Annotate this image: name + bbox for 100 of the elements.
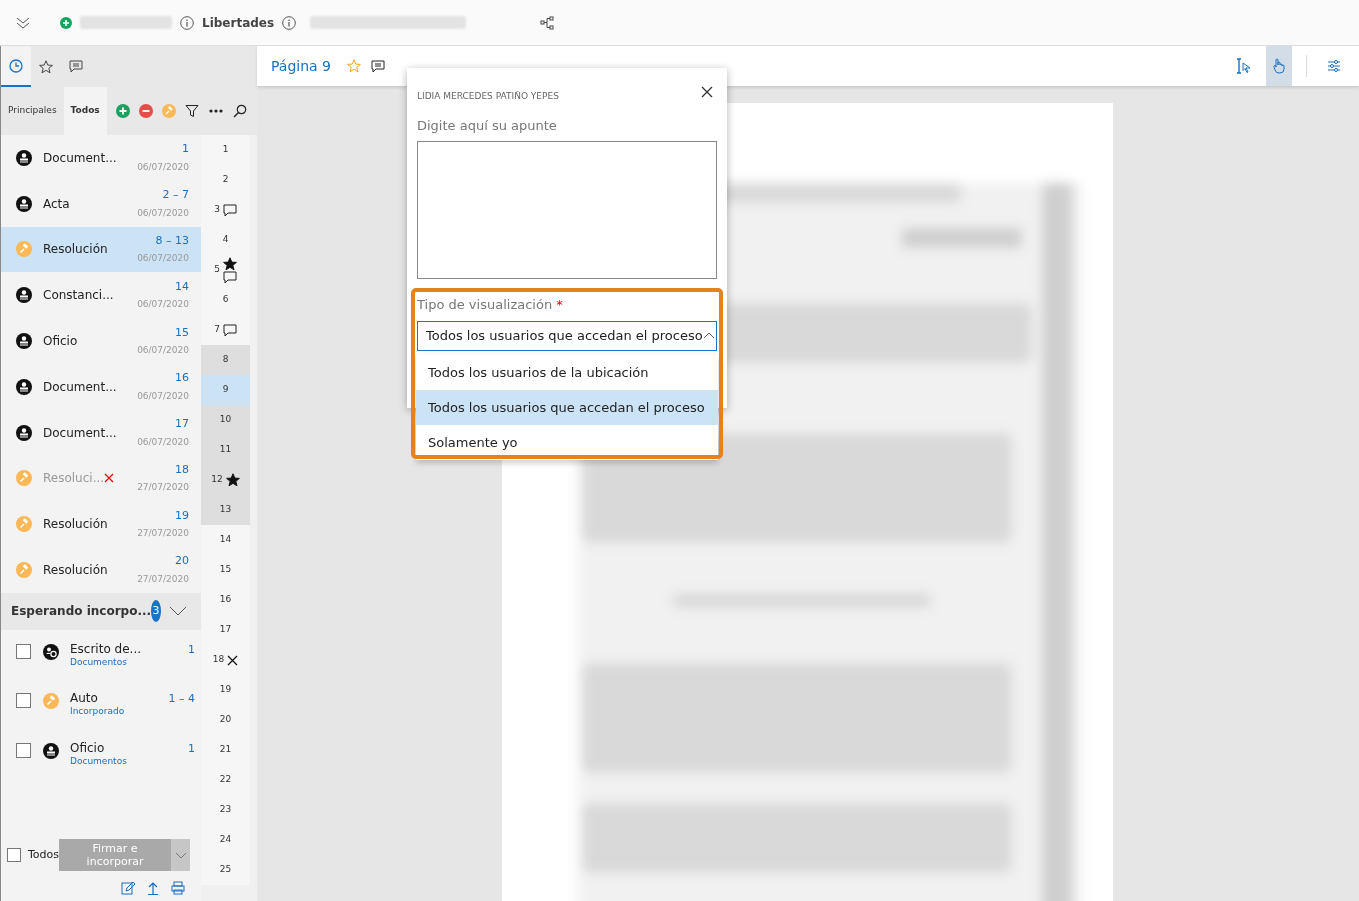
- checkbox[interactable]: [16, 743, 31, 759]
- document-row[interactable]: Resolución 19 27/07/2020: [1, 501, 201, 548]
- page-row[interactable]: 2: [201, 165, 251, 195]
- page-row[interactable]: 11: [201, 435, 251, 465]
- page-row[interactable]: 5: [201, 255, 251, 285]
- document-row[interactable]: Document... 17 06/07/2020: [1, 409, 201, 456]
- page-range: 15: [175, 324, 189, 341]
- info-icon[interactable]: [282, 15, 297, 30]
- field-label: Digite aquí su apunte: [417, 116, 558, 135]
- stamp-icon: [16, 378, 32, 395]
- page-number: 10: [219, 413, 232, 427]
- page-number: 21: [219, 743, 232, 757]
- page-range: 20: [175, 553, 189, 570]
- page-row[interactable]: 10: [201, 405, 251, 435]
- page-row[interactable]: 8: [201, 345, 251, 375]
- add-icon[interactable]: [60, 16, 72, 29]
- page-row[interactable]: 4: [201, 225, 251, 255]
- document-row[interactable]: Constanci... 14 06/07/2020: [1, 272, 201, 319]
- page-number: 6: [222, 293, 229, 307]
- document-date: 27/07/2020: [137, 481, 189, 495]
- page-number: 3: [214, 203, 220, 217]
- upload-icon[interactable]: [147, 881, 159, 896]
- dropdown-option[interactable]: Todos los usuarios que accedan el proceso: [416, 390, 718, 425]
- page-row[interactable]: 23: [201, 795, 251, 825]
- document-row[interactable]: Resoluci... 18 27/07/2020: [1, 455, 201, 502]
- page-row[interactable]: 9: [201, 375, 251, 405]
- note-field[interactable]: [417, 141, 717, 279]
- section-header[interactable]: Esperando incorpo...3: [1, 592, 201, 630]
- remove-icon[interactable]: [138, 104, 153, 118]
- page-number: 16: [219, 593, 232, 607]
- page-range: 1: [182, 141, 189, 158]
- document-name: Auto: [70, 691, 99, 706]
- document-name: Oficio: [43, 333, 79, 350]
- page-row[interactable]: 7: [201, 315, 251, 345]
- add-icon[interactable]: [115, 104, 130, 118]
- document-date: 06/07/2020: [137, 389, 189, 403]
- stamp-icon: [16, 195, 32, 212]
- checkbox[interactable]: [16, 643, 31, 659]
- field-label: Tipo de visualización: [417, 297, 553, 312]
- document-name: Document...: [43, 424, 118, 442]
- document-row[interactable]: Resolución 8 – 13 06/07/2020: [1, 226, 201, 273]
- document-date: 06/07/2020: [137, 252, 189, 266]
- chevron-down-icon[interactable]: [169, 606, 187, 617]
- document-date: 06/07/2020: [137, 344, 189, 357]
- page-number: 12: [211, 473, 223, 487]
- comment-icon[interactable]: [371, 59, 385, 73]
- hammer-icon: [16, 516, 32, 533]
- page-row[interactable]: 20: [201, 705, 251, 735]
- page-row[interactable]: 18: [201, 645, 251, 675]
- page-row[interactable]: 14: [201, 525, 251, 555]
- document-row[interactable]: Oficio 15 06/07/2020: [1, 318, 201, 364]
- page-row[interactable]: 16: [201, 585, 251, 615]
- history-tab[interactable]: [1, 46, 31, 87]
- status-link[interactable]: Incorporado: [70, 705, 169, 719]
- page-row[interactable]: 25: [201, 855, 251, 885]
- page-row[interactable]: 6: [201, 285, 251, 315]
- document-name: Resolución: [43, 561, 109, 579]
- filter-tab[interactable]: Todos: [63, 87, 107, 135]
- document-date: 06/07/2020: [137, 160, 189, 174]
- page-number: 5: [214, 263, 220, 277]
- print-icon[interactable]: [171, 881, 185, 896]
- double-chevron-icon[interactable]: [16, 16, 30, 29]
- page-range: 8 – 13: [155, 232, 189, 249]
- page-row[interactable]: 12: [201, 465, 251, 495]
- page-row[interactable]: 24: [201, 825, 251, 855]
- document-row[interactable]: Acta 2 – 7 06/07/2020: [1, 180, 201, 227]
- document-row[interactable]: Document... 16 06/07/2020: [1, 363, 201, 410]
- page-range: 18: [175, 461, 189, 478]
- filter-icon[interactable]: [184, 104, 199, 118]
- document-row[interactable]: Document... 1 06/07/2020: [1, 135, 201, 181]
- flow-diagram-icon[interactable]: [540, 15, 555, 30]
- visibility-select[interactable]: Todos los usuarios que accedan el proceso: [417, 320, 717, 351]
- document-date: 06/07/2020: [137, 206, 189, 220]
- document-name: Resolución: [43, 516, 109, 534]
- page-row[interactable]: 13: [201, 495, 251, 525]
- page-row[interactable]: 3: [201, 195, 251, 225]
- page-number: 18: [212, 653, 225, 667]
- document-name: Acta: [43, 195, 71, 213]
- page-row[interactable]: 17: [201, 615, 251, 645]
- hand-tool[interactable]: [1266, 46, 1292, 86]
- edit-icon[interactable]: [121, 881, 135, 896]
- hammer-icon: [16, 470, 32, 487]
- status-link[interactable]: Documentos: [70, 655, 188, 670]
- page-row[interactable]: 21: [201, 735, 251, 765]
- dropdown-option[interactable]: Todos los usuarios de la ubicación: [416, 355, 718, 390]
- status-link[interactable]: Documentos: [70, 755, 188, 769]
- checkbox[interactable]: [16, 693, 31, 709]
- page-number: 4: [222, 233, 229, 247]
- document-name: Constanci...: [43, 287, 115, 305]
- page-row[interactable]: 19: [201, 675, 251, 705]
- document-row[interactable]: Resolución 20 27/07/2020: [1, 547, 201, 593]
- dropdown-option[interactable]: Solamente yo: [416, 425, 718, 460]
- search-icon[interactable]: [232, 104, 247, 118]
- page-number: 2: [222, 173, 229, 187]
- page-row[interactable]: 15: [201, 555, 251, 585]
- filter-tab[interactable]: Principales: [1, 87, 64, 135]
- info-icon[interactable]: [180, 15, 194, 30]
- page-row[interactable]: 22: [201, 765, 251, 795]
- page-row[interactable]: 1: [201, 135, 251, 165]
- section-title: Esperando incorpo...: [11, 603, 152, 621]
